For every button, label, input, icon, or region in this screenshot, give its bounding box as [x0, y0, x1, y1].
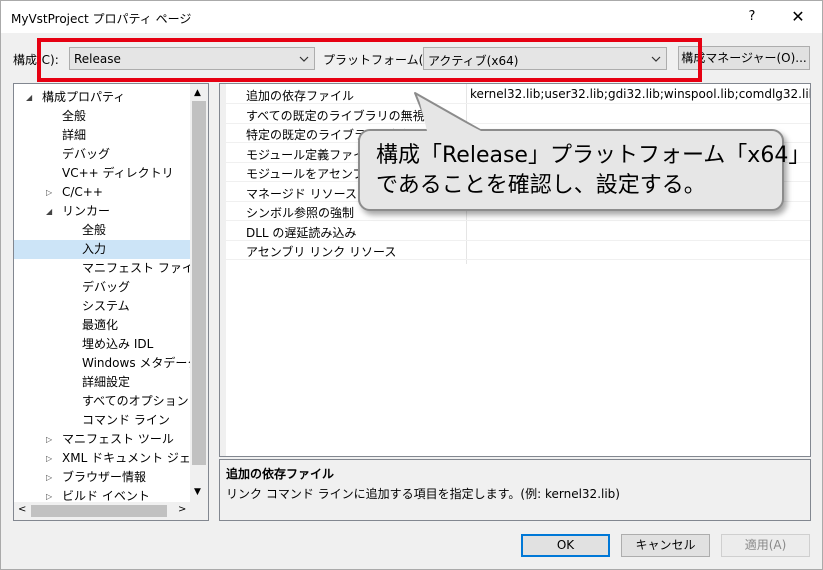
tree-item[interactable]: ▷ マニフェスト ツール — [14, 430, 190, 449]
tree-item[interactable]: ▷ C/C++ — [14, 183, 190, 202]
scroll-left-icon[interactable]: < — [18, 504, 26, 515]
tree-item[interactable]: デバッグ — [14, 278, 190, 297]
tree-item-label: 全般 — [82, 223, 107, 237]
tree-item-label: 全般 — [62, 109, 87, 123]
callout-line-1: 構成「Release」プラットフォーム「x64」 — [376, 143, 811, 168]
tree-item[interactable]: 詳細 — [14, 126, 190, 145]
tree-item[interactable]: VC++ ディレクトリ — [14, 164, 190, 183]
expand-arrow-icon[interactable]: ▷ — [46, 183, 56, 202]
tree-horizontal-scrollbar[interactable]: < > — [14, 502, 208, 520]
tree-item[interactable]: 全般 — [14, 107, 190, 126]
property-value[interactable]: kernel32.lib;user32.lib;gdi32.lib;winspo… — [470, 87, 810, 101]
tree-item[interactable]: ◢ 構成プロパティ — [14, 88, 190, 107]
tree-item[interactable]: コマンド ライン — [14, 411, 190, 430]
tree-item-label: すべてのオプション — [82, 394, 189, 408]
tree-item-label: 構成プロパティ — [42, 90, 126, 104]
window-title: MyVstProject プロパティ ページ — [11, 12, 192, 26]
description-title: 追加の依存ファイル — [226, 467, 335, 481]
tree-item[interactable]: ▷ ブラウザー情報 — [14, 468, 190, 487]
scrollbar-thumb[interactable] — [31, 505, 167, 517]
property-row[interactable]: DLL の遅延読み込み — [220, 222, 810, 241]
property-name: DLL の遅延読み込み — [246, 225, 357, 240]
tree-item-label: ブラウザー情報 — [62, 470, 147, 484]
tree-item[interactable]: 詳細設定 — [14, 373, 190, 392]
property-row[interactable]: すべての既定のライブラリの無視 — [220, 105, 810, 124]
collapse-arrow-icon[interactable]: ◢ — [26, 88, 36, 107]
tree-item-label: 詳細設定 — [82, 375, 131, 389]
ok-button[interactable]: OK — [521, 534, 610, 557]
cancel-button[interactable]: キャンセル — [621, 534, 710, 557]
tree-item[interactable]: デバッグ — [14, 145, 190, 164]
property-row[interactable]: アセンブリ リンク リソース — [220, 241, 810, 260]
scrollbar-thumb[interactable] — [192, 101, 206, 465]
highlight-frame — [37, 38, 702, 82]
tree-item-label: 最適化 — [82, 318, 119, 332]
property-name: シンボル参照の強制 — [246, 206, 355, 220]
expand-arrow-icon[interactable]: ▷ — [46, 468, 56, 487]
tree-item[interactable]: 最適化 — [14, 316, 190, 335]
tree-item-label: デバッグ — [82, 280, 131, 294]
tree-item-label: 入力 — [82, 242, 107, 256]
tree-item[interactable]: Windows メタデータ — [14, 354, 199, 373]
tree-item-label: Windows メタデータ — [82, 356, 200, 370]
tree-item[interactable]: 入力 — [14, 240, 190, 259]
tree-item[interactable]: ▷ XML ドキュメント ジェネレー — [14, 449, 208, 468]
description-panel: 追加の依存ファイル リンク コマンド ラインに追加する項目を指定します。(例: … — [219, 459, 811, 521]
tree-item[interactable]: 埋め込み IDL — [14, 335, 190, 354]
tree-item-label: C/C++ — [62, 185, 103, 199]
tree-item-label: デバッグ — [62, 147, 111, 161]
tree-item-label: コマンド ライン — [82, 413, 170, 427]
tree-item-label: マニフェスト ツール — [62, 432, 174, 446]
tree-item-label: システム — [82, 299, 130, 313]
tree-item-label: リンカー — [62, 204, 111, 218]
property-row[interactable]: 追加の依存ファイル kernel32.lib;user32.lib;gdi32.l… — [220, 85, 810, 104]
tree-item-label: 詳細 — [62, 128, 87, 142]
tree-item-label: VC++ ディレクトリ — [62, 166, 174, 180]
callout-line-2: であることを確認し、設定する。 — [376, 173, 706, 198]
tree-vertical-scrollbar[interactable]: ▲ ▼ — [190, 84, 208, 502]
property-tree: ◢ 構成プロパティ 全般 詳細 デバッグ VC++ ディレクトリ ▷ C/C++ ◢ リンカー 全般… — [13, 83, 209, 521]
scroll-up-icon[interactable]: ▲ — [194, 88, 201, 98]
scroll-right-icon[interactable]: > — [178, 504, 186, 515]
description-text: リンク コマンド ラインに追加する項目を指定します。(例: kernel32.l… — [226, 487, 620, 501]
help-button[interactable]: ? — [739, 5, 765, 29]
property-pages-dialog: MyVstProject プロパティ ページ ? ✕ 構成(C): Releas… — [0, 0, 823, 570]
tree-item[interactable]: ◢ リンカー — [14, 202, 190, 221]
tree-item[interactable]: 全般 — [14, 221, 190, 240]
tree-item-label: マニフェスト ファイル — [82, 261, 206, 275]
property-name: 追加の依存ファイル — [246, 89, 355, 103]
close-button[interactable]: ✕ — [783, 5, 813, 29]
apply-button[interactable]: 適用(A) — [721, 534, 810, 557]
tree-item-label: 埋め込み IDL — [82, 337, 154, 351]
expand-arrow-icon[interactable]: ▷ — [46, 430, 56, 449]
annotation-callout: 構成「Release」プラットフォーム「x64」 であることを確認し、設定する。 — [358, 129, 810, 211]
tree-item-label: XML ドキュメント ジェネレー — [62, 451, 208, 465]
scroll-down-icon[interactable]: ▼ — [194, 487, 201, 497]
title-bar: MyVstProject プロパティ ページ ? ✕ — [1, 1, 822, 33]
tree-item[interactable]: マニフェスト ファイル — [14, 259, 206, 278]
tree-item[interactable]: すべてのオプション — [14, 392, 190, 411]
property-name: すべての既定のライブラリの無視 — [246, 108, 425, 123]
expand-arrow-icon[interactable]: ▷ — [46, 449, 56, 468]
tree-item[interactable]: システム — [14, 297, 190, 316]
collapse-arrow-icon[interactable]: ◢ — [46, 202, 56, 221]
property-name: アセンブリ リンク リソース — [246, 245, 397, 259]
